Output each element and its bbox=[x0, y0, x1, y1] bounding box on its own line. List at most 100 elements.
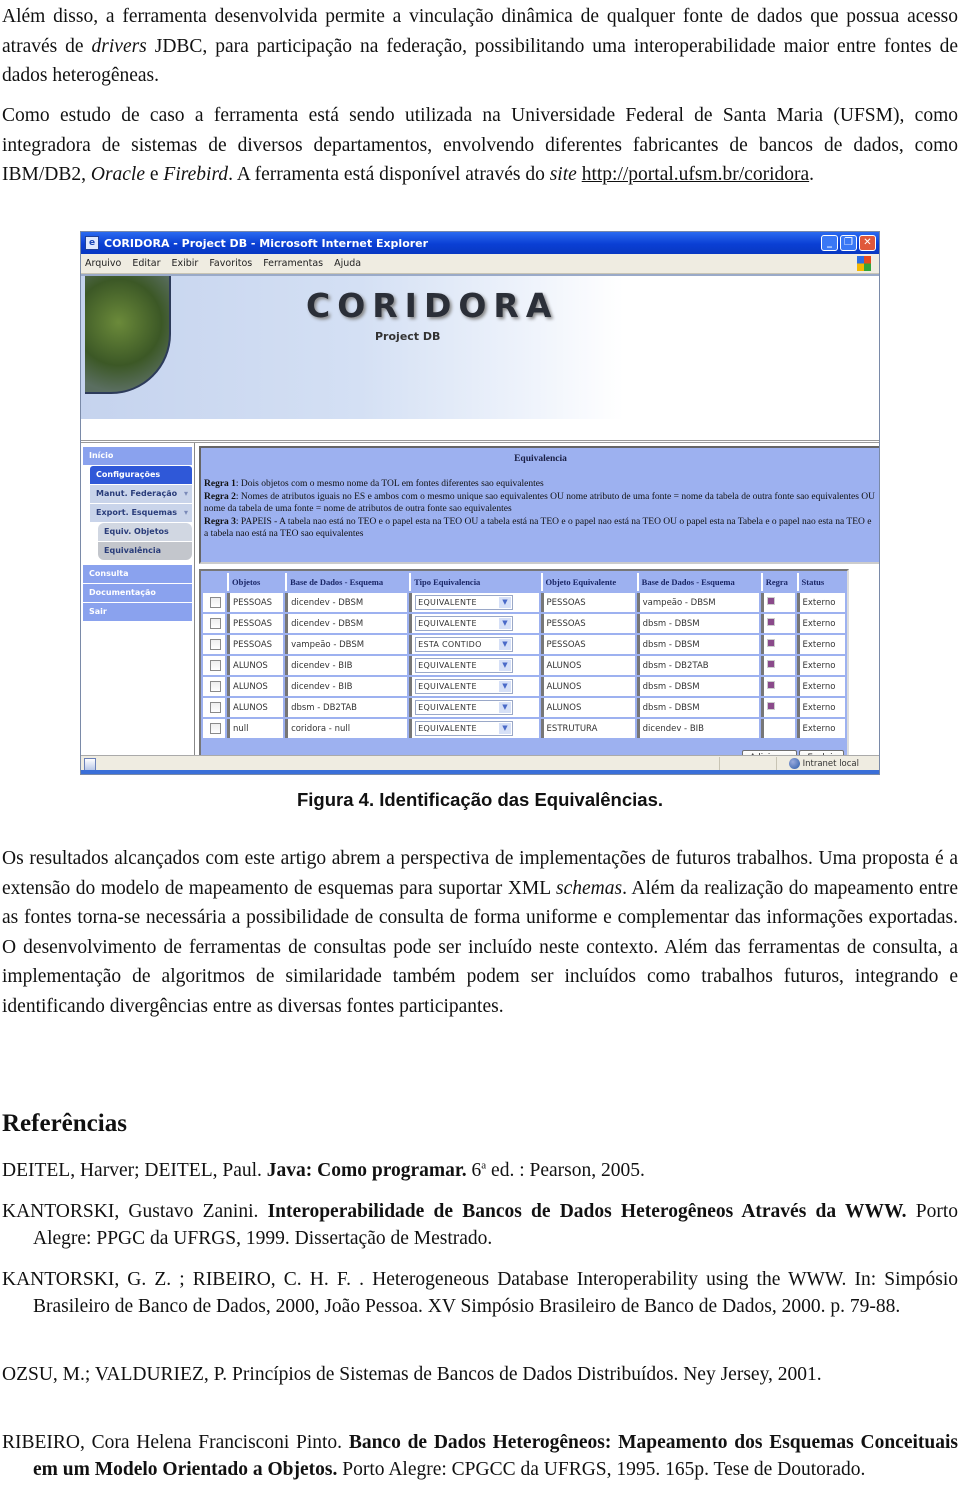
window-bottom-border bbox=[81, 770, 879, 774]
cell-regra bbox=[760, 698, 795, 717]
rule-info-icon[interactable] bbox=[766, 702, 775, 710]
sidebar-item-documentacao[interactable]: Documentação bbox=[83, 584, 192, 602]
paragraph-future-work: Os resultados alcançados com este artigo… bbox=[2, 848, 958, 1017]
chevron-down-icon: ▼ bbox=[499, 597, 512, 608]
table-row: null coridora - null EQUIVALENTE ▼ ESTRUTURA… bbox=[203, 719, 845, 738]
cell-objeto-equivalente: ALUNOS bbox=[540, 698, 635, 717]
row-checkbox[interactable] bbox=[210, 723, 221, 734]
rule-info-icon[interactable] bbox=[766, 597, 775, 605]
row-checkbox[interactable] bbox=[210, 681, 221, 692]
sidebar-item-sair[interactable]: Sair bbox=[83, 603, 192, 621]
figure-caption: Figura 4. Identificação das Equivalência… bbox=[296, 789, 664, 810]
sidebar-item-manut-federacao[interactable]: Manut. Federação ▾ bbox=[90, 485, 192, 503]
coridora-link[interactable]: http://portal.ufsm.br/coridora bbox=[582, 164, 809, 185]
rule-info-icon[interactable] bbox=[766, 618, 775, 626]
cell-base: dicendev - DBSM bbox=[285, 593, 408, 612]
paragraph-case-study: Como estudo de caso a ferramenta está se… bbox=[2, 105, 958, 186]
cell-objeto: PESSOAS bbox=[227, 593, 284, 612]
menu-arquivo[interactable]: Arquivo bbox=[85, 258, 121, 269]
brand-title: CORIDORA bbox=[306, 286, 559, 325]
rules-panel: Equivalencia Regra 1: Dois objetos com o… bbox=[199, 446, 879, 564]
cell-base-equivalente: dbsm - DBSM bbox=[636, 698, 759, 717]
menu-favoritos[interactable]: Favoritos bbox=[209, 258, 252, 269]
rule-info-icon[interactable] bbox=[766, 660, 775, 668]
cell-tipo: EQUIVALENTE ▼ bbox=[409, 677, 539, 696]
row-checkbox-cell bbox=[203, 593, 225, 612]
row-checkbox[interactable] bbox=[210, 660, 221, 671]
chevron-down-icon: ▾ bbox=[183, 489, 188, 498]
col-objetos: Objetos bbox=[227, 573, 284, 591]
cell-regra bbox=[760, 593, 795, 612]
cell-base-equivalente: vampeão - DBSM bbox=[636, 593, 759, 612]
rule-info-icon[interactable] bbox=[766, 639, 775, 647]
cell-regra bbox=[760, 719, 795, 738]
equivalence-table: Objetos Base de Dados - Esquema Tipo Equ… bbox=[201, 571, 847, 740]
cell-objeto-equivalente: PESSOAS bbox=[540, 593, 635, 612]
ie-icon: e bbox=[85, 236, 99, 250]
sidebar-item-configuracoes[interactable]: Configurações bbox=[90, 466, 192, 484]
menu-editar[interactable]: Editar bbox=[132, 258, 160, 269]
cell-base: dicendev - DBSM bbox=[285, 614, 408, 633]
row-checkbox[interactable] bbox=[210, 618, 221, 629]
tipo-equivalencia-select[interactable]: EQUIVALENTE ▼ bbox=[415, 700, 514, 715]
cell-objeto: ALUNOS bbox=[227, 656, 284, 675]
tipo-equivalencia-select[interactable]: ESTA CONTIDO ▼ bbox=[415, 637, 514, 652]
row-checkbox-cell bbox=[203, 614, 225, 633]
row-checkbox[interactable] bbox=[210, 702, 221, 713]
rule-info-icon[interactable] bbox=[766, 681, 775, 689]
cell-tipo: EQUIVALENTE ▼ bbox=[409, 614, 539, 633]
menu-exibir[interactable]: Exibir bbox=[172, 258, 199, 269]
sidebar-nav: Início Configurações Manut. Federação ▾ E… bbox=[81, 443, 195, 758]
cell-objeto-equivalente: ALUNOS bbox=[540, 656, 635, 675]
row-checkbox[interactable] bbox=[210, 639, 221, 650]
col-regra: Regra bbox=[760, 573, 795, 591]
row-checkbox[interactable] bbox=[210, 597, 221, 608]
cell-tipo: EQUIVALENTE ▼ bbox=[409, 719, 539, 738]
cell-base-equivalente: dbsm - DBSM bbox=[636, 614, 759, 633]
sidebar-item-equiv-objetos[interactable]: Equiv. Objetos bbox=[98, 523, 192, 541]
table-header-row: Objetos Base de Dados - Esquema Tipo Equ… bbox=[203, 573, 845, 591]
reference-item: OZSU, M.; VALDURIEZ, P. Princípios de Si… bbox=[2, 1364, 822, 1385]
sidebar-item-export-esquemas[interactable]: Export. Esquemas ▾ bbox=[90, 504, 192, 522]
cell-objeto: PESSOAS bbox=[227, 635, 284, 654]
cell-objeto: ALUNOS bbox=[227, 698, 284, 717]
menu-ferramentas[interactable]: Ferramentas bbox=[263, 258, 323, 269]
chevron-down-icon: ▾ bbox=[183, 508, 188, 517]
cell-base-equivalente: dbsm - DBSM bbox=[636, 635, 759, 654]
rule-2: Regra 2: Nomes de atributos iguais no ES… bbox=[204, 491, 875, 515]
security-zone: Intranet local bbox=[788, 758, 859, 769]
sidebar-item-consulta[interactable]: Consulta bbox=[83, 565, 192, 583]
close-button[interactable]: ✕ bbox=[859, 235, 876, 251]
rule-3: Regra 3: PAPEIS - A tabela nao está no T… bbox=[204, 516, 872, 540]
chevron-down-icon: ▼ bbox=[499, 618, 512, 629]
table-row: ALUNOS dicendev - BIB EQUIVALENTE ▼ ALUNOS db… bbox=[203, 656, 845, 675]
col-base-dados-eq: Base de Dados - Esquema bbox=[636, 573, 759, 591]
tipo-equivalencia-select[interactable]: EQUIVALENTE ▼ bbox=[415, 595, 514, 610]
window-title: CORIDORA - Project DB - Microsoft Intern… bbox=[104, 236, 429, 250]
tipo-equivalencia-select[interactable]: EQUIVALENTE ▼ bbox=[415, 721, 514, 736]
chevron-down-icon: ▼ bbox=[499, 723, 512, 734]
maximize-button[interactable]: ❐ bbox=[840, 235, 857, 251]
cell-regra bbox=[760, 635, 795, 654]
table-row: ALUNOS dbsm - DB2TAB EQUIVALENTE ▼ ALUNOS dbs… bbox=[203, 698, 845, 717]
chevron-down-icon: ▼ bbox=[499, 681, 512, 692]
cell-status: Externo bbox=[796, 656, 845, 675]
cell-status: Externo bbox=[796, 614, 845, 633]
window-titlebar: e CORIDORA - Project DB - Microsoft Inte… bbox=[81, 232, 879, 254]
sidebar-item-inicio[interactable]: Início bbox=[83, 447, 192, 465]
cell-objeto-equivalente: PESSOAS bbox=[540, 614, 635, 633]
menu-ajuda[interactable]: Ajuda bbox=[334, 258, 361, 269]
minimize-button[interactable]: _ bbox=[821, 235, 838, 251]
tipo-equivalencia-select[interactable]: EQUIVALENTE ▼ bbox=[415, 658, 514, 673]
cell-base: coridora - null bbox=[285, 719, 408, 738]
tipo-equivalencia-select[interactable]: EQUIVALENTE ▼ bbox=[415, 616, 514, 631]
sidebar-item-equivalencia[interactable]: Equivalência bbox=[98, 542, 192, 560]
cell-status: Externo bbox=[796, 698, 845, 717]
windows-logo-icon bbox=[857, 256, 871, 271]
tipo-equivalencia-select[interactable]: EQUIVALENTE ▼ bbox=[415, 679, 514, 694]
chevron-down-icon: ▼ bbox=[499, 702, 512, 713]
app-content: Início Configurações Manut. Federação ▾ E… bbox=[81, 440, 879, 769]
col-select bbox=[203, 573, 225, 591]
row-checkbox-cell bbox=[203, 719, 225, 738]
table-row: ALUNOS dicendev - BIB EQUIVALENTE ▼ ALUNOS db… bbox=[203, 677, 845, 696]
